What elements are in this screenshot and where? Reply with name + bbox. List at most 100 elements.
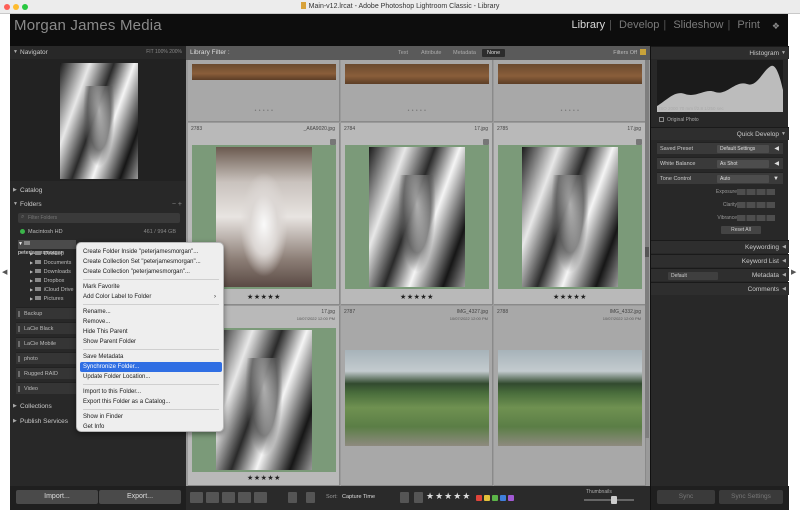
flag-icon[interactable] [400,492,409,503]
module-slideshow[interactable]: Slideshow [671,19,725,31]
grid-cell[interactable]: • • • • • [494,60,646,122]
folder-downloads[interactable]: ▶ Downloads [30,267,71,276]
white-balance-select[interactable]: As Shot [717,160,769,168]
search-icon: ⌕ [21,214,25,220]
navigator-preview[interactable] [10,59,186,181]
histogram-graph[interactable] [657,60,783,112]
comments-header[interactable]: Comments ◀ [651,282,789,295]
menu-import-to-folder[interactable]: Import to this Folder... [80,387,222,397]
zoom-options[interactable]: FIT 100% 200% [146,46,182,59]
menu-add-color-label[interactable]: Add Color Label to Folder › [80,292,222,302]
menu-rename[interactable]: Rename... [80,307,222,317]
painter-icon[interactable] [288,492,297,503]
drive-icon [18,356,20,362]
metadata-preset-select[interactable]: Default [668,272,718,280]
menu-remove[interactable]: Remove... [80,317,222,327]
menu-create-collection[interactable]: Create Collection "peterjamesmorgan"... [80,267,222,277]
people-view-icon[interactable] [254,492,267,503]
module-develop[interactable]: Develop [617,19,661,31]
reject-flag-icon[interactable] [414,492,423,503]
quick-develop-header[interactable]: Quick Develop ▼ [651,127,789,140]
compare-view-icon[interactable] [222,492,235,503]
label-yellow-swatch[interactable] [484,495,490,501]
loupe-view-icon[interactable] [206,492,219,503]
folder-search-input[interactable]: ⌕ Filter Folders [18,213,180,223]
sort-select[interactable]: Capture Time [342,494,375,500]
thumbnail-size-knob[interactable] [611,496,617,504]
expand-arrow-icon[interactable]: ◀ [774,143,779,155]
label-blue-swatch[interactable] [500,495,506,501]
identity-plate[interactable]: Morgan James Media [14,17,162,34]
thumbnail-size-slider[interactable] [584,499,634,501]
label-green-swatch[interactable] [492,495,498,501]
clarity-step-buttons[interactable] [737,202,775,208]
grid-view-icon[interactable] [190,492,203,503]
filter-tab-attribute[interactable]: Attribute [416,49,446,57]
folder-icon [34,287,41,291]
label-purple-swatch[interactable] [508,495,514,501]
folder-desktop[interactable]: ▶ Desktop [30,249,64,258]
filter-tab-metadata[interactable]: Metadata [448,49,481,57]
left-panel-toggle-icon[interactable]: ◀ [2,268,7,276]
more-modules-icon[interactable]: ❖ [772,21,780,32]
label-red-swatch[interactable] [476,495,482,501]
menu-export-folder-as-catalog[interactable]: Export this Folder as a Catalog... [80,397,222,407]
navigator-header[interactable]: ▼ Navigator FIT 100% 200% [10,46,186,59]
module-library[interactable]: Library [569,19,607,31]
filter-tab-text[interactable]: Text [393,49,413,57]
add-folder-button[interactable]: − + [172,198,182,211]
menu-create-collection-set[interactable]: Create Collection Set "peterjamesmorgan"… [80,257,222,267]
module-print[interactable]: Print [735,19,762,31]
original-photo-checkbox[interactable]: Original Photo [659,117,699,123]
grid-cell[interactable]: • • • • • [341,60,493,122]
menu-create-folder-inside[interactable]: Create Folder Inside "peterjamesmorgan".… [80,247,222,257]
grid-cell[interactable]: • • • • • [188,60,340,122]
star-rating[interactable]: ★★★★★ [188,474,340,482]
filter-tab-none[interactable]: None [482,49,506,57]
folders-header[interactable]: ▼ Folders − + [10,198,186,211]
menu-hide-this-parent[interactable]: Hide This Parent [80,327,222,337]
sync-button[interactable]: Sync [657,490,715,504]
star-rating[interactable]: ★★★★★ [494,293,646,301]
expand-arrow-icon[interactable]: ▼ [773,173,779,185]
menu-get-info[interactable]: Get Info [80,422,222,432]
folder-dropbox[interactable]: ▶ Dropbox [30,276,64,285]
window-title: Main-v12.lrcat - Adobe Photoshop Lightro… [308,3,500,10]
right-panel-toggle-icon[interactable]: ▶ [791,268,796,276]
sync-settings-button[interactable]: Sync Settings [719,490,783,504]
folder-pictures[interactable]: ▶ Pictures [30,294,63,303]
keyword-list-header[interactable]: Keyword List ◀ [651,254,789,267]
volume-macintosh-hd[interactable]: Macintosh HD 461 / 994 GB [14,227,182,238]
menu-mark-favorite[interactable]: Mark Favorite [80,282,222,292]
expand-arrow-icon[interactable]: ◀ [774,158,779,170]
sort-direction-icon[interactable] [306,492,315,503]
filters-off-toggle[interactable]: Filters Off [613,49,646,56]
grid-cell[interactable]: 2784 17.jpg ★★★★★ [341,123,493,305]
folder-icloud-drive[interactable]: ▶ iCloud Drive [30,285,74,294]
histogram-header[interactable]: Histogram ▼ [651,46,789,59]
keywording-header[interactable]: Keywording ◀ [651,240,789,253]
tone-auto-button[interactable]: Auto [717,175,769,183]
toolbar-star-rating[interactable]: ★★★★★ [426,491,471,502]
grid-cell[interactable]: 2788 IMG_4332.jpg 10/07/2022 12:00 PM [494,306,646,486]
import-button[interactable]: Import... [16,490,98,504]
folder-root[interactable]: ▼ peterjamesmorgan [18,240,76,256]
menu-synchronize-folder[interactable]: Synchronize Folder... [80,362,222,372]
reset-all-button[interactable]: Reset All [721,226,761,234]
menu-save-metadata[interactable]: Save Metadata [80,352,222,362]
export-button[interactable]: Export... [99,490,181,504]
catalog-header[interactable]: ▶ Catalog [10,184,186,197]
grid-cell[interactable]: 2785 17.jpg ★★★★★ [494,123,646,305]
vibrance-step-buttons[interactable] [737,215,775,221]
saved-preset-select[interactable]: Default Settings [717,145,769,153]
star-rating[interactable]: ★★★★★ [341,293,493,301]
folder-documents[interactable]: ▶ Documents [30,258,71,267]
menu-update-folder-location[interactable]: Update Folder Location... [80,372,222,382]
exposure-step-buttons[interactable] [737,189,775,195]
menu-show-parent-folder[interactable]: Show Parent Folder [80,337,222,347]
menu-show-in-finder[interactable]: Show in Finder [80,412,222,422]
grid-cell[interactable]: 2787 IMG_4327.jpg 10/07/2022 12:00 PM [341,306,493,486]
survey-view-icon[interactable] [238,492,251,503]
grid-scroll-thumb[interactable] [645,247,649,257]
lock-icon[interactable] [640,49,646,55]
